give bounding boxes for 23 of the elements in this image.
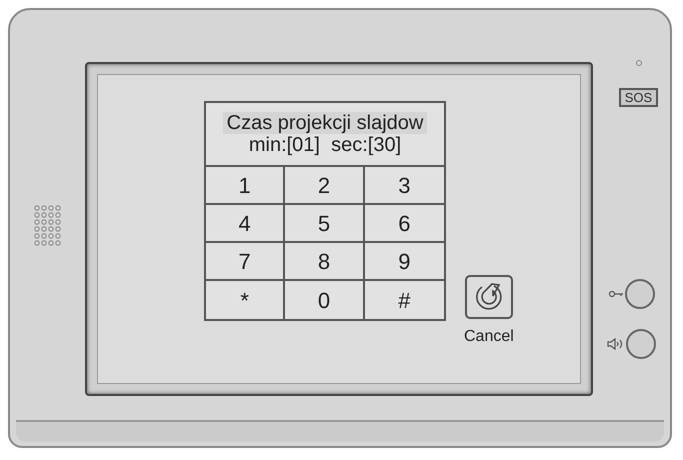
talk-button[interactable]: [626, 329, 656, 359]
keypad-key[interactable]: 6: [364, 205, 444, 243]
speaker-grille-icon: [34, 204, 61, 246]
keypad-key[interactable]: 3: [364, 167, 444, 205]
keypad-key[interactable]: 7: [206, 243, 286, 281]
keypad-key[interactable]: 9: [364, 243, 444, 281]
keypad-key[interactable]: #: [364, 281, 444, 319]
unlock-button[interactable]: [625, 279, 655, 309]
screen-title: Czas projekcji slajdow: [222, 112, 428, 134]
speaker-icon: [607, 338, 625, 350]
indicator-led: [636, 60, 642, 66]
keypad-key[interactable]: 0: [285, 281, 365, 319]
keypad-key[interactable]: 2: [285, 167, 365, 205]
keypad-key[interactable]: 8: [285, 243, 365, 281]
key-icon: [608, 290, 624, 298]
keypad-key[interactable]: *: [206, 281, 286, 319]
keypad-key[interactable]: 5: [285, 205, 365, 243]
cancel-button[interactable]: [464, 275, 513, 319]
sos-label: SOS: [618, 88, 658, 107]
keypad-key[interactable]: 1: [206, 167, 286, 205]
cancel-label: Cancel: [464, 327, 514, 347]
keypad-key[interactable]: 4: [206, 205, 286, 243]
time-readout: min:[01] sec:[30]: [248, 134, 402, 156]
